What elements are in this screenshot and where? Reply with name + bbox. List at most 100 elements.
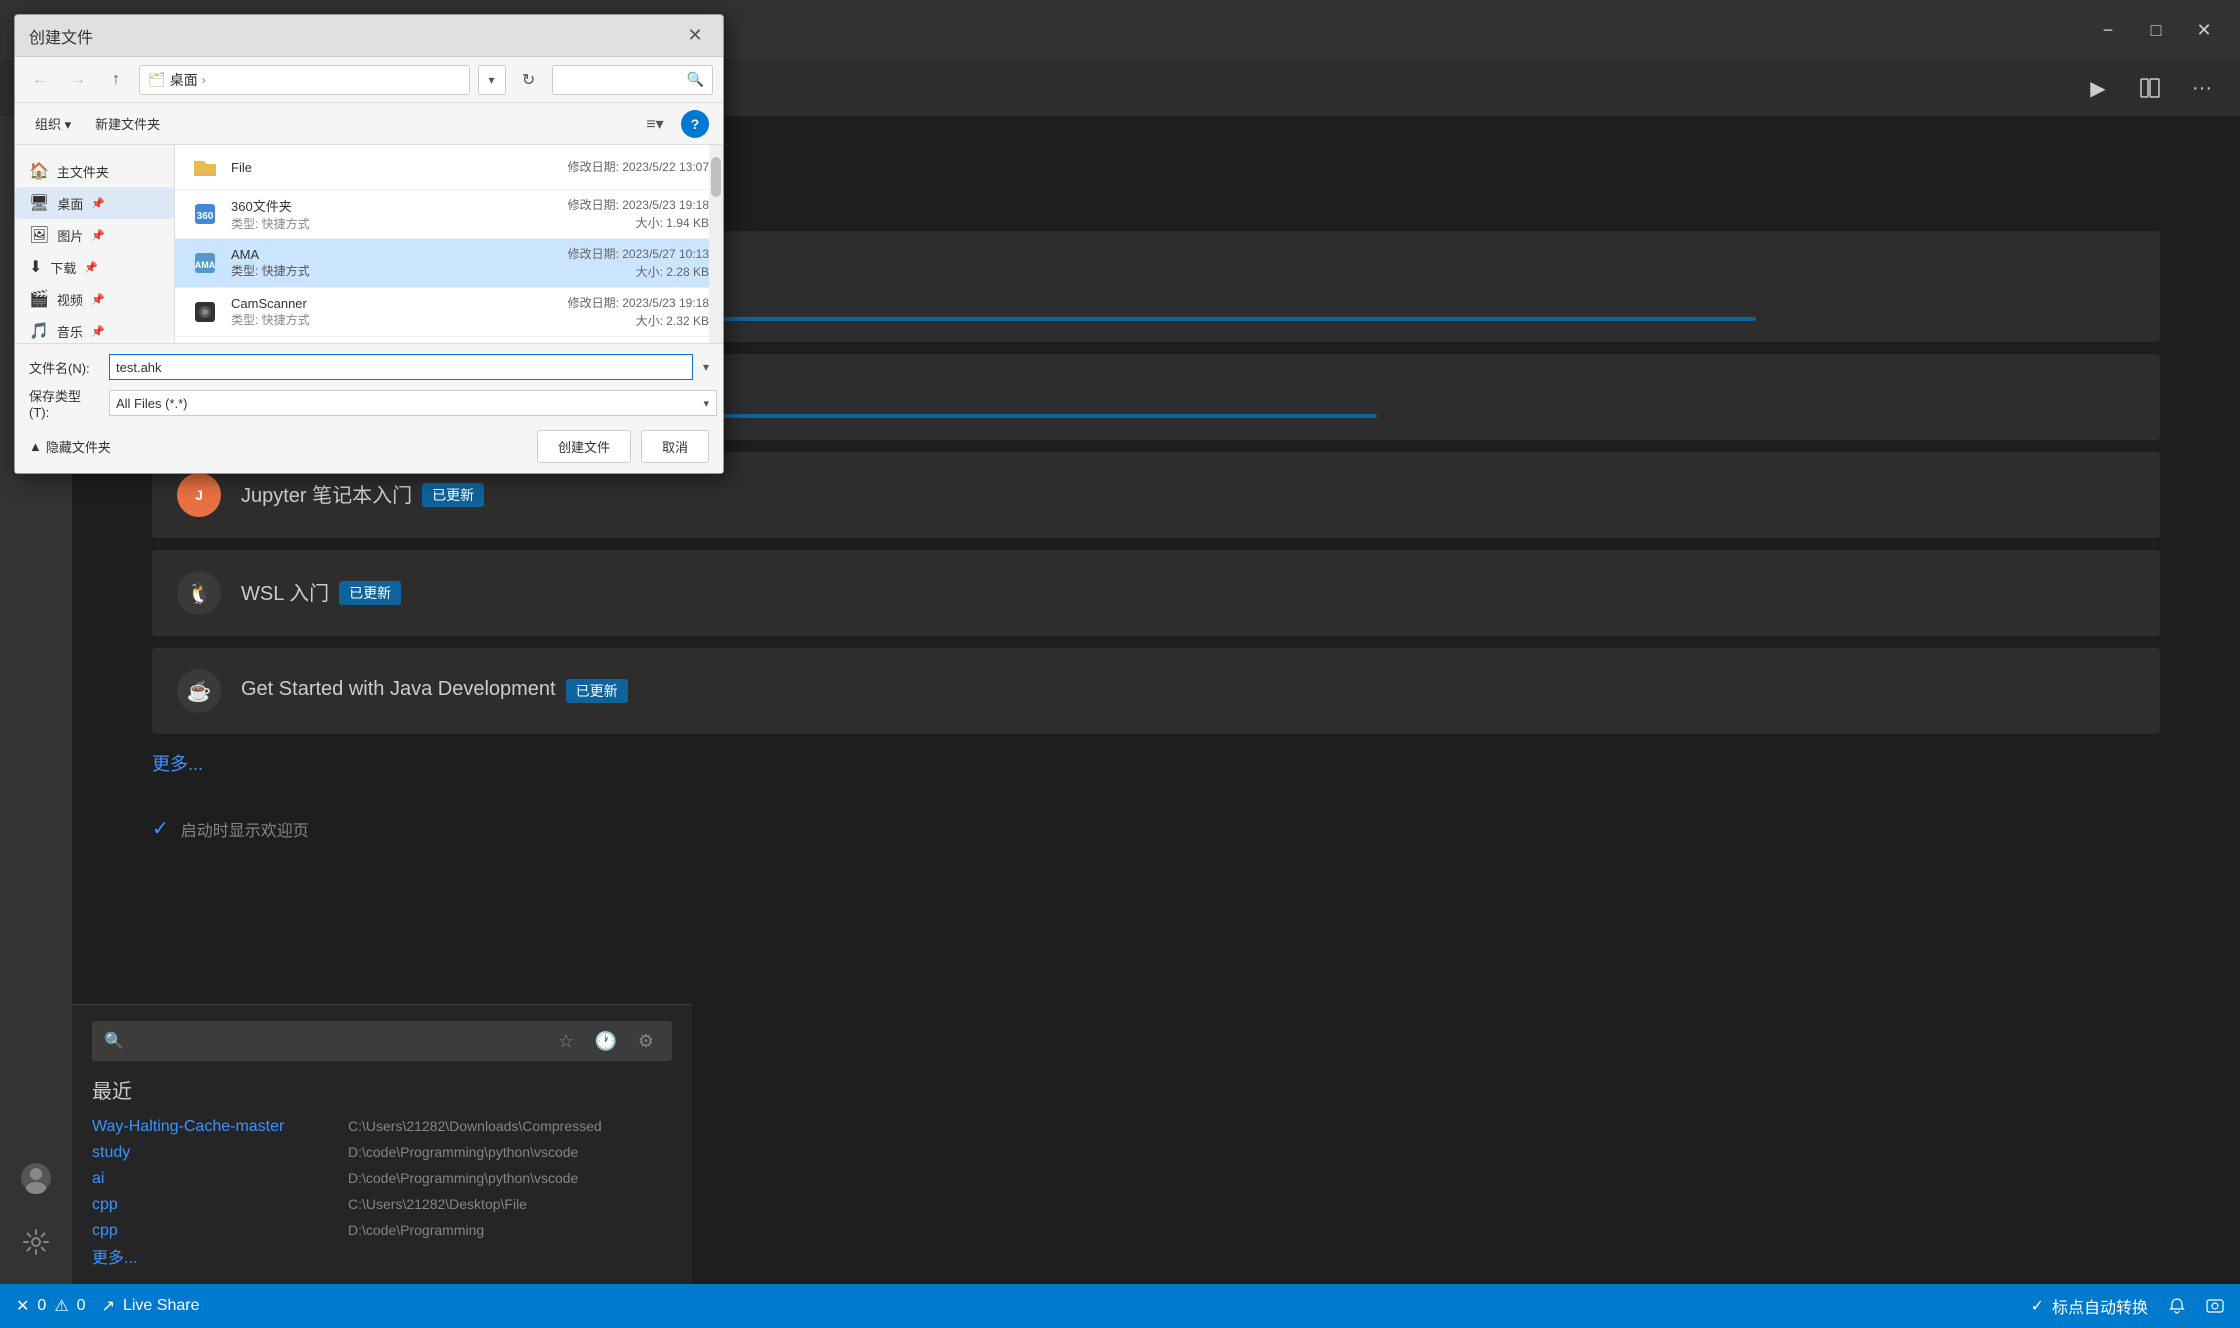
startup-check-label[interactable]: 启动时显示欢迎页 (181, 817, 309, 841)
welcome-item-wsl-title: WSL 入门 (241, 577, 329, 606)
cancel-button[interactable]: 取消 (641, 430, 709, 463)
file-modified-0: 修改日期: 2023/5/22 13:07 (568, 158, 709, 176)
wsl-icon: 🐧 (177, 571, 221, 615)
nav-refresh-button[interactable]: ↻ (514, 65, 544, 95)
auto-tag-status[interactable]: ✓ 标点自动转换 (2031, 1294, 2148, 1318)
recent-search-input[interactable] (132, 1032, 544, 1050)
file-item-1[interactable]: 360 360文件夹 类型: 快捷方式 修改日期: 2023/5/23 19:1… (175, 190, 723, 239)
pin-icon-music: 📌 (91, 325, 105, 338)
recent-more-link[interactable]: 更多... (92, 1250, 137, 1267)
file-folder-icon-0 (189, 151, 221, 183)
sidebar-item-videos[interactable]: 🎬 视频 📌 (15, 283, 174, 315)
hide-arrow-icon: ▲ (29, 439, 42, 454)
sidebar-item-home[interactable]: 🏠 主文件夹 (15, 155, 174, 187)
avatar[interactable] (8, 1150, 64, 1206)
file-item-2[interactable]: AMA AMA 类型: 快捷方式 修改日期: 2023/5/27 10:13 大… (175, 239, 723, 288)
welcome-item-wsl[interactable]: 🐧 WSL 入门 已更新 (152, 550, 2160, 636)
welcome-item-java[interactable]: ☕ Get Started with Java Development 已更新 (152, 648, 2160, 734)
toolbar-help-button[interactable]: ? (681, 110, 709, 138)
filename-label: 文件名(N): (29, 358, 99, 377)
welcome-item-jupyter-title-row: Jupyter 笔记本入门 已更新 (241, 479, 2135, 512)
file-item-0[interactable]: File 修改日期: 2023/5/22 13:07 (175, 145, 723, 190)
activity-settings[interactable] (8, 1214, 64, 1270)
recent-tab-star[interactable]: ☆ (552, 1027, 580, 1055)
recent-item-4-path: D:\code\Programming (348, 1222, 484, 1238)
breadcrumb-folder-icon: 🗂 (148, 71, 166, 88)
sidebar-item-desktop[interactable]: 🖥 桌面 📌 (15, 187, 174, 219)
recent-tab-filter[interactable]: ⚙ (632, 1027, 660, 1055)
recent-item-3-path: C:\Users\21282\Desktop\File (348, 1196, 527, 1212)
dialog-content: 🏠 主文件夹 🖥 桌面 📌 🖼 图片 📌 ⬇ 下载 📌 🎬 视频 (15, 145, 723, 343)
file-size-2: 大小: 2.28 KB (568, 263, 709, 281)
split-editor-button[interactable] (2132, 70, 2168, 106)
scroll-thumb[interactable] (711, 157, 721, 197)
toolbar-view-button[interactable]: ≡▾ (641, 110, 669, 138)
maximize-button[interactable]: □ (2140, 14, 2172, 46)
file-meta-3: 修改日期: 2023/5/23 19:18 大小: 2.32 KB (568, 294, 709, 330)
recent-item-0-path: C:\Users\21282\Downloads\Compressed (348, 1118, 602, 1134)
minimize-button[interactable]: − (2092, 14, 2124, 46)
close-window-button[interactable]: ✕ (2188, 14, 2220, 46)
sidebar-item-music[interactable]: 🎵 音乐 📌 (15, 315, 174, 343)
sidebar-item-music-label: 音乐 (57, 322, 83, 341)
notifications-status[interactable] (2168, 1297, 2186, 1315)
recent-tab-clock[interactable]: 🕐 (592, 1027, 620, 1055)
new-folder-button[interactable]: 新建文件夹 (89, 112, 166, 135)
check-icon-status: ✓ (2031, 1296, 2044, 1316)
error-icon: ✕ (16, 1296, 29, 1316)
recent-item-1[interactable]: study D:\code\Programming\python\vscode (92, 1140, 672, 1166)
organize-button[interactable]: 组织 ▾ (29, 112, 77, 135)
create-file-button[interactable]: 创建文件 (537, 430, 631, 463)
recent-item-3[interactable]: cpp C:\Users\21282\Desktop\File (92, 1192, 672, 1218)
warning-count: 0 (77, 1297, 86, 1315)
recent-item-4[interactable]: cpp D:\code\Programming (92, 1218, 672, 1244)
filename-dropdown-icon[interactable]: ▾ (703, 360, 709, 374)
recent-item-2[interactable]: ai D:\code\Programming\python\vscode (92, 1166, 672, 1192)
dialog-title-bar: 创建文件 ✕ (15, 15, 723, 57)
sidebar-item-downloads[interactable]: ⬇ 下载 📌 (15, 251, 174, 283)
welcome-item-java-title: Get Started with Java Development (241, 678, 556, 701)
breadcrumb-bar: 🗂 桌面 › (139, 65, 470, 95)
file-dialog: 创建文件 ✕ ← → ↑ 🗂 桌面 › ▾ ↻ 🔍 组织 ▾ 新建文件夹 ≡▾ … (14, 14, 724, 474)
more-actions-button[interactable]: ··· (2184, 70, 2220, 106)
remote-status[interactable] (2206, 1297, 2224, 1315)
nav-back-button[interactable]: ← (25, 65, 55, 95)
more-exercises-link[interactable]: 更多... (152, 750, 2160, 776)
recent-item-0[interactable]: Way-Halting-Cache-master C:\Users\21282\… (92, 1114, 672, 1140)
sidebar-item-downloads-label: 下载 (50, 258, 76, 277)
filename-input[interactable] (109, 354, 693, 380)
status-errors[interactable]: ✕ 0 ⚠ 0 (16, 1296, 86, 1316)
file-type-2: 类型: 快捷方式 (231, 262, 558, 279)
nav-forward-button[interactable]: → (63, 65, 93, 95)
dialog-toolbar: 组织 ▾ 新建文件夹 ≡▾ ? (15, 103, 723, 145)
wsl-badge: 已更新 (339, 581, 401, 605)
sidebar-item-videos-label: 视频 (57, 290, 83, 309)
file-type-1: 类型: 快捷方式 (231, 215, 558, 232)
filetype-select[interactable]: All Files (*.*) (109, 390, 717, 416)
file-item-3[interactable]: CamScanner 类型: 快捷方式 修改日期: 2023/5/23 19:1… (175, 288, 723, 337)
file-meta-1: 修改日期: 2023/5/23 19:18 大小: 1.94 KB (568, 196, 709, 232)
nav-dropdown-button[interactable]: ▾ (478, 65, 506, 95)
nav-up-button[interactable]: ↑ (101, 65, 131, 95)
search-input[interactable] (561, 72, 681, 87)
search-icon: 🔍 (687, 71, 704, 88)
recent-title: 最近 (92, 1075, 672, 1104)
dialog-close-button[interactable]: ✕ (681, 22, 709, 50)
sidebar-item-desktop-label: 桌面 (57, 194, 83, 213)
jupyter-badge: 已更新 (422, 483, 484, 507)
recent-item-4-name: cpp (92, 1222, 332, 1240)
sidebar-item-pictures[interactable]: 🖼 图片 📌 (15, 219, 174, 251)
dialog-nav-bar: ← → ↑ 🗂 桌面 › ▾ ↻ 🔍 (15, 57, 723, 103)
status-bar-right: ✓ 标点自动转换 (2031, 1294, 2224, 1318)
file-item-4[interactable]: 🐳 Docker Desktop 修改日期: 2023/5/30 23:34 (175, 337, 723, 343)
hide-folders-button[interactable]: ▲ 隐藏文件夹 (29, 437, 111, 456)
file-size-1: 大小: 1.94 KB (568, 214, 709, 232)
footer-actions: ▲ 隐藏文件夹 创建文件 取消 (29, 430, 709, 463)
file-size-3: 大小: 2.32 KB (568, 312, 709, 330)
live-share-status[interactable]: ↗ Live Share (102, 1296, 200, 1316)
file-list-scrollbar[interactable] (709, 145, 723, 343)
filetype-row: 保存类型(T): All Files (*.*) ▾ (29, 386, 709, 420)
welcome-item-jupyter-text: Jupyter 笔记本入门 已更新 (241, 479, 2135, 512)
downloads-icon: ⬇ (29, 257, 42, 277)
play-button[interactable]: ▶ (2080, 70, 2116, 106)
